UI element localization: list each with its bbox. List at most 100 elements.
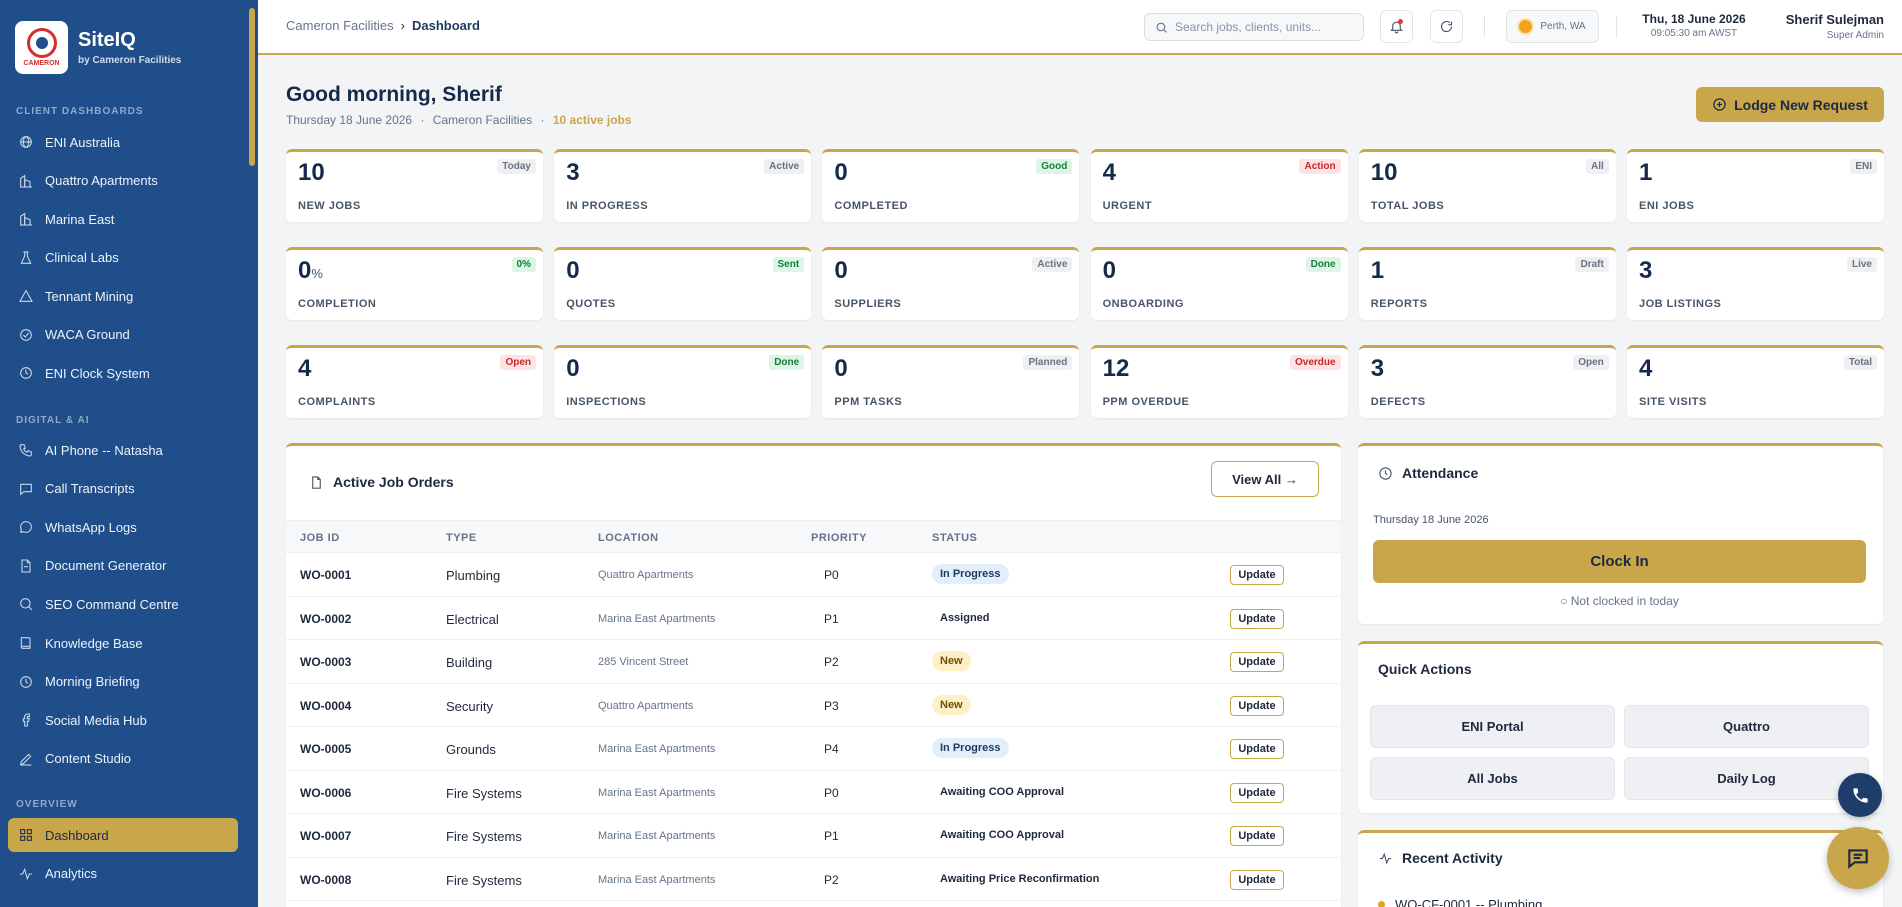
stat-card-total-jobs[interactable]: 10 TOTAL JOBS All: [1358, 149, 1616, 222]
sidebar-item-whatsapp-logs[interactable]: WhatsApp Logs: [8, 510, 238, 544]
stat-card-in-progress[interactable]: 3 IN PROGRESS Active: [554, 149, 812, 222]
sidebar-item-social-media-hub[interactable]: Social Media Hub: [8, 703, 238, 737]
stat-card-defects[interactable]: 3 DEFECTS Open: [1358, 345, 1616, 418]
update-button[interactable]: Update: [1230, 695, 1284, 716]
sidebar-item-analytics[interactable]: Analytics: [8, 857, 238, 891]
recent-activity-panel: Recent Activity WO-CF-0001 -- Plumbing: [1358, 830, 1883, 907]
breadcrumb-parent[interactable]: Cameron Facilities: [286, 18, 394, 33]
stat-card-completed[interactable]: 0 COMPLETED Good: [822, 149, 1080, 222]
sidebar-item-quattro-apartments[interactable]: Quattro Apartments: [8, 164, 238, 198]
sidebar-item-dashboard[interactable]: Dashboard: [8, 818, 238, 852]
message-circle-icon: [19, 521, 32, 534]
lodge-new-request-button[interactable]: Lodge New Request: [1696, 87, 1884, 122]
user-profile[interactable]: Sherif Sulejman Super Admin: [1786, 12, 1884, 41]
sidebar-item-eni-clock-system[interactable]: ENI Clock System: [8, 356, 238, 390]
sidebar-item-ai-phone-natasha[interactable]: AI Phone -- Natasha: [8, 433, 238, 467]
stat-card-eni-jobs[interactable]: 1 ENI JOBS ENI: [1627, 149, 1884, 222]
job-id[interactable]: WO-0008: [300, 873, 351, 887]
search-input[interactable]: Search jobs, clients, units...: [1144, 13, 1364, 41]
job-id[interactable]: WO-0001: [300, 568, 351, 582]
sidebar-item-eni-australia[interactable]: ENI Australia: [8, 125, 238, 159]
table-row[interactable]: WO-0005 Grounds Marina East Apartments P4 In…: [286, 727, 1341, 771]
chat-button[interactable]: [1827, 827, 1889, 889]
sidebar-item-waca-ground[interactable]: WACA Ground: [8, 318, 238, 352]
quick-action-eni-portal[interactable]: ENI Portal: [1370, 705, 1615, 748]
quick-action-daily-log[interactable]: Daily Log: [1624, 757, 1869, 800]
call-button[interactable]: [1838, 773, 1882, 817]
stat-label: PPM OVERDUE: [1102, 396, 1190, 408]
sidebar-item-call-transcripts[interactable]: Call Transcripts: [8, 472, 238, 506]
view-all-button[interactable]: View All →: [1211, 461, 1319, 497]
active-jobs-count: 10 active jobs: [552, 113, 632, 127]
brand[interactable]: CAMERON SiteIQ by Cameron Facilities: [15, 21, 181, 74]
table-row[interactable]: WO-0004 Security Quattro Apartments P3 New Up…: [286, 684, 1341, 727]
job-id[interactable]: WO-0007: [300, 829, 351, 843]
search-icon: [20, 598, 33, 611]
sidebar-item-content-studio[interactable]: Content Studio: [8, 742, 238, 776]
update-button[interactable]: Update: [1230, 739, 1284, 759]
sidebar-item-label: WhatsApp Logs: [45, 519, 137, 535]
stat-value: 3: [1371, 355, 1384, 383]
attendance-title-text: Attendance: [1402, 465, 1479, 481]
update-button[interactable]: Update: [1230, 782, 1284, 803]
stat-card-complaints[interactable]: 4 COMPLAINTS Open: [286, 345, 543, 418]
stat-card-new-jobs[interactable]: 10 NEW JOBS Today: [286, 149, 543, 222]
sidebar-item-marina-east[interactable]: Marina East: [8, 202, 238, 236]
stat-card-completion[interactable]: 0% COMPLETION 0%: [286, 247, 543, 320]
weather-widget[interactable]: Perth, WA: [1506, 10, 1599, 43]
table-row[interactable]: WO-0003 Building 285 Vincent Street P2 New Up…: [286, 640, 1341, 684]
clock-in-button[interactable]: Clock In: [1373, 540, 1866, 583]
quick-action-all-jobs[interactable]: All Jobs: [1370, 757, 1615, 800]
table-row[interactable]: WO-0008 Fire Systems Marina East Apartment…: [286, 858, 1341, 901]
job-id[interactable]: WO-0002: [300, 612, 351, 626]
job-id[interactable]: WO-0003: [300, 655, 351, 669]
stat-card-ppm-overdue[interactable]: 12 PPM OVERDUE Overdue: [1090, 345, 1348, 418]
update-button[interactable]: Update: [1230, 826, 1284, 846]
sidebar-scrollbar[interactable]: [249, 8, 255, 166]
job-id[interactable]: WO-0006: [300, 786, 351, 800]
sidebar-item-document-generator[interactable]: Document Generator: [8, 549, 238, 583]
stat-card-urgent[interactable]: 4 URGENT Action: [1090, 149, 1348, 222]
plus-circle-icon: [1713, 98, 1726, 111]
job-id[interactable]: WO-0005: [300, 742, 351, 756]
sidebar-item-clinical-labs[interactable]: Clinical Labs: [8, 241, 238, 275]
table-row[interactable]: WO-0007 Fire Systems Marina East Apartment…: [286, 814, 1341, 858]
quick-action-quattro[interactable]: Quattro: [1624, 705, 1869, 748]
update-button[interactable]: Update: [1230, 869, 1284, 890]
update-button[interactable]: Update: [1230, 652, 1284, 672]
job-type: Fire Systems: [446, 829, 522, 844]
stat-card-onboarding[interactable]: 0 ONBOARDING Done: [1090, 247, 1348, 320]
update-button[interactable]: Update: [1230, 608, 1284, 629]
stat-card-site-visits[interactable]: 4 SITE VISITS Total: [1627, 345, 1884, 418]
document-icon: [21, 559, 31, 573]
activity-item[interactable]: WO-CF-0001 -- Plumbing: [1378, 897, 1542, 907]
table-row[interactable]: WO-0006 Fire Systems Marina East Apartment…: [286, 771, 1341, 814]
update-button[interactable]: Update: [1230, 565, 1284, 585]
stat-card-quotes[interactable]: 0 QUOTES Sent: [554, 247, 812, 320]
stat-number: 0: [834, 257, 848, 284]
stat-value: 0: [834, 257, 847, 285]
sidebar-item-seo-command-centre[interactable]: SEO Command Centre: [8, 587, 238, 621]
user-name: Sherif Sulejman: [1785, 12, 1884, 27]
stat-card-reports[interactable]: 1 REPORTS Draft: [1358, 247, 1616, 320]
stat-badge: Good: [1036, 159, 1073, 174]
globe-icon: [20, 136, 32, 148]
stat-number: 0: [1102, 257, 1116, 284]
table-row[interactable]: WO-0002 Electrical Marina East Apartments P…: [286, 597, 1341, 640]
sidebar-item-knowledge-base[interactable]: Knowledge Base: [8, 626, 238, 660]
stat-card-suppliers[interactable]: 0 SUPPLIERS Active: [822, 247, 1080, 320]
sidebar-item-label: Morning Briefing: [45, 674, 140, 690]
attendance-date: Thursday 18 June 2026: [1373, 514, 1489, 526]
phone-icon: [19, 444, 32, 457]
notifications-button[interactable]: [1380, 10, 1413, 43]
sidebar-item-tennant-mining[interactable]: Tennant Mining: [8, 279, 238, 313]
job-priority: P2: [824, 655, 839, 669]
sidebar-item-morning-briefing[interactable]: Morning Briefing: [8, 665, 238, 699]
stat-value: 12: [1103, 355, 1130, 383]
stat-card-job-listings[interactable]: 3 JOB LISTINGS Live: [1627, 247, 1884, 320]
table-row[interactable]: WO-0001 Plumbing Quattro Apartments P0 In Pr…: [286, 553, 1341, 597]
refresh-button[interactable]: [1430, 10, 1463, 43]
job-id[interactable]: WO-0004: [300, 699, 351, 713]
stat-card-ppm-tasks[interactable]: 0 PPM TASKS Planned: [822, 345, 1080, 418]
stat-card-inspections[interactable]: 0 INSPECTIONS Done: [554, 345, 812, 418]
